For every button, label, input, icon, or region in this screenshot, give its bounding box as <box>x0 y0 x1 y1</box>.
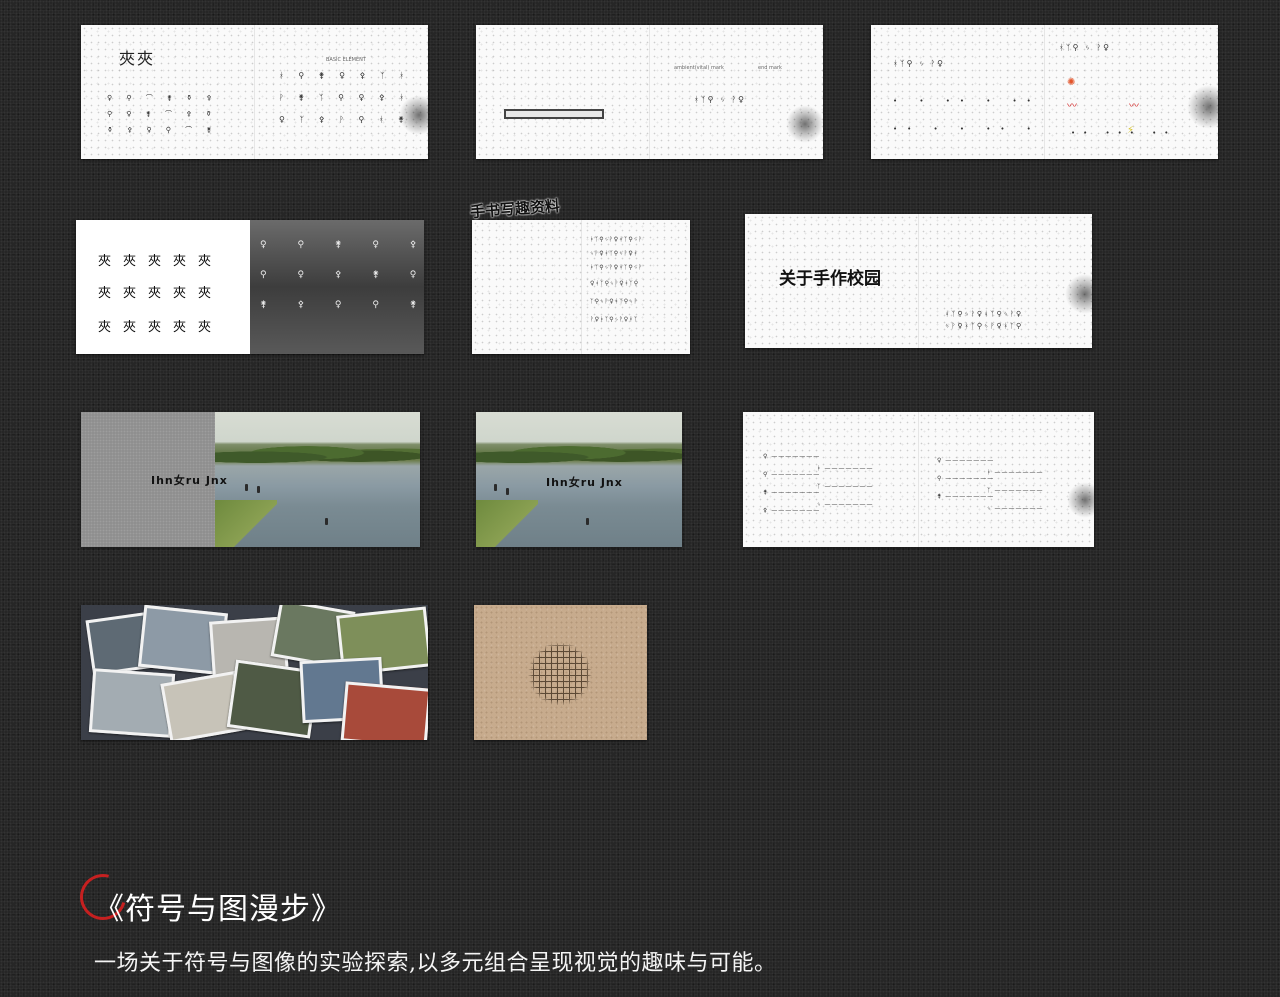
red-stroke-icon: 〰 <box>1067 101 1077 112</box>
thumbnail-river-spread[interactable]: Ihn女ru Jnx <box>81 412 420 547</box>
glyph-row: ᛃᚹ♀ᚼᛉ⚲ᛃᚹ♀ᚼ <box>590 250 639 257</box>
overlay-script: Ihn女ru Jnx <box>151 474 228 487</box>
dot-row: •• ••• •• <box>1071 129 1177 137</box>
ink-speck <box>1065 274 1092 314</box>
page-fold <box>918 214 919 348</box>
project-subtitle: 一场关于符号与图像的实验探索,以多元组合呈现视觉的趣味与可能。 <box>94 951 777 976</box>
page-fold <box>1044 25 1045 159</box>
dot-row: • • •• • •• <box>893 97 1041 105</box>
page-fold <box>254 25 255 159</box>
glyph-row: ᚼᛉ⚲ᛃᚹ♀ᚼᛉ⚲ᛃᚹ <box>590 264 643 271</box>
timeline-bar <box>506 111 602 117</box>
swimmer <box>586 518 589 525</box>
thumbnail-river-photo[interactable]: Ihn女ru Jnx <box>476 412 682 547</box>
tree-line <box>215 444 420 466</box>
section-label: BASIC ELEMENT <box>326 57 366 63</box>
glyph-row: ᚼᛉ⚲ ᛃ ᚹ♀ <box>1059 43 1112 52</box>
river-bank <box>215 499 277 547</box>
icon-list: ♀ ——————— ⚲ ——————— ⚵ ——————— <box>937 457 995 500</box>
ink-speck <box>399 95 428 135</box>
thumbnail-basic-element[interactable]: 夾夾 ♀ ⚲ ⌒ ⚵ ⚱ ⚴ ⚲ ♀ ⚵ ⌒ ⚴ ⚱ ⚱ ⚴ ♀ ⚲ ⌒ ⚵ B… <box>81 25 428 159</box>
glyph-row: ⚲ ♀ ⚵ ⌒ ⚴ ⚱ <box>107 110 218 118</box>
thumbnail-icon-list[interactable]: ♀ ——————— ⚲ ——————— ⚵ ——————— ⚴ ——————— … <box>743 412 1094 547</box>
glyph-row: 夾夾夾夾夾 <box>98 320 224 335</box>
thumbnail-photo-collage[interactable] <box>81 605 428 740</box>
swimmer <box>325 518 328 525</box>
swimmer <box>506 488 509 495</box>
ink-speck <box>1067 482 1094 518</box>
glyph-row: ⚱ ⚴ ♀ ⚲ ⌒ ⚵ <box>107 126 218 134</box>
right-page-photo: ♀ ⚲ ⚵ ♀ ⚴ ⚲ ♀ ⚴ ⚵ ♀ ⚵ ⚴ ♀ ⚲ ⚵ <box>250 220 424 354</box>
thumbnail-glyph-grid[interactable]: 夾夾夾夾夾 夾夾夾夾夾 夾夾夾夾夾 ♀ ⚲ ⚵ ♀ ⚴ ⚲ ♀ ⚴ ⚵ ♀ ⚵ … <box>76 220 424 354</box>
glyph-row: ᛃᚹ♀ᚼᛉ⚲ᛃᚹ♀ᚼᛉ⚲ <box>945 322 1024 330</box>
glyph-row: ♀ ⚲ ⌒ ⚵ ⚱ ⚴ <box>107 94 218 102</box>
handwriting-badge: 手书写趣资料 <box>469 196 561 222</box>
collage-photo <box>88 668 176 738</box>
swimmer <box>257 486 260 493</box>
icon-list: ♀ ——————— ⚲ ——————— ⚵ ——————— ⚴ ——————— <box>763 453 821 514</box>
glyph-row: ♀ ᛉ ⚴ ᚹ ⚲ ᚼ ⚵ <box>279 115 411 124</box>
sun-icon: ✺ <box>1067 77 1076 88</box>
glyph-row: ᚼᛉ⚲ ᛃ ᚹ♀ <box>694 95 747 104</box>
diagram-label: end mark <box>758 65 782 71</box>
icon-list: ᚼ ——————— ᛉ ——————— ᛃ ——————— <box>817 465 874 508</box>
dot-row: •• • • •• • <box>893 125 1041 133</box>
page-fold <box>581 220 582 354</box>
swimmer <box>494 484 497 491</box>
thumbnail-kraft-cover[interactable] <box>474 605 647 740</box>
page-fold <box>649 25 650 159</box>
glyph-row: ᚼᛉ⚲ᛃᚹ♀ᚼᛉ⚲ᛃᚹ <box>590 236 643 243</box>
icon-list: ᚼ ——————— ᛉ ——————— ᛃ ——————— <box>987 469 1044 512</box>
red-stroke-icon: 〰 <box>1129 101 1139 112</box>
left-page: 夾夾夾夾夾 夾夾夾夾夾 夾夾夾夾夾 <box>76 220 250 354</box>
glyph-row: ᚹ♀ᚼᛉ⚲ᛃᚹ♀ᚼᛉ <box>590 316 639 323</box>
glyph-row: ⚲ ♀ ⚴ ⚵ ♀ <box>260 270 424 280</box>
thumbnail-campus-logo[interactable]: 关于手作校园 ᚼᛉ⚲ᛃᚹ♀ᚼᛉ⚲ᛃᚹ♀ ᛃᚹ♀ᚼᛉ⚲ᛃᚹ♀ᚼᛉ⚲ <box>745 214 1092 348</box>
swimmer <box>245 484 248 491</box>
glyph-row: ᛉ⚲ᛃᚹ♀ᚼᛉ⚲ᛃᚹ <box>590 298 639 305</box>
ink-speck <box>786 105 823 143</box>
river-photo <box>215 412 420 547</box>
page-fold <box>918 412 919 547</box>
maze-emblem <box>528 643 592 705</box>
campus-logo: 关于手作校园 <box>779 269 881 289</box>
river-bank <box>476 499 538 547</box>
glyph-row: ᚹ ⚵ ᛉ ⚲ ♀ ⚴ ᚼ <box>279 93 411 102</box>
overlay-script: Ihn女ru Jnx <box>546 476 623 489</box>
glyph-row: ⚵ ⚴ ♀ ⚲ ⚵ <box>260 300 424 310</box>
thumbnail-handwriting-notes[interactable]: ᚼᛉ⚲ᛃᚹ♀ᚼᛉ⚲ᛃᚹ ᛃᚹ♀ᚼᛉ⚲ᛃᚹ♀ᚼ ᚼᛉ⚲ᛃᚹ♀ᚼᛉ⚲ᛃᚹ ♀ᚼᛉ⚲ᛃ… <box>472 220 690 354</box>
glyph-row: 夾夾夾夾夾 <box>98 254 224 269</box>
glyph-row: ♀ ⚲ ⚵ ♀ ⚴ <box>260 240 424 250</box>
thumbnail-mark-diagram[interactable]: ambient(vital) mark end mark ᚼᛉ⚲ ᛃ ᚹ♀ <box>476 25 823 159</box>
thumbnail-rhythm-chart[interactable]: ᚼᛉ⚲ ᛃ ᚹ♀ ᚼᛉ⚲ ᛃ ᚹ♀ • • •• • •• •• • • •• … <box>871 25 1218 159</box>
glyph-row: ♀ᚼᛉ⚲ᛃᚹ♀ᚼᛉ⚲ <box>590 280 640 287</box>
ink-speck <box>1187 85 1218 129</box>
diagram-label: ambient(vital) mark <box>674 65 724 71</box>
project-title: 《符号与图漫步》 <box>94 892 342 927</box>
collage-photo <box>340 681 428 740</box>
tree-line <box>476 444 682 466</box>
glyph-row: ᚼᛉ⚲ ᛃ ᚹ♀ <box>893 59 946 68</box>
glyph-row: 夾夾夾夾夾 <box>98 286 224 301</box>
glyph-row: ᚼᛉ⚲ᛃᚹ♀ᚼᛉ⚲ᛃᚹ♀ <box>945 310 1024 318</box>
heading-glyphs: 夾夾 <box>119 49 156 68</box>
glyph-row: ᚼ ⚲ ⚵ ♀ ⚴ ᛉ ᚼ <box>279 71 411 80</box>
